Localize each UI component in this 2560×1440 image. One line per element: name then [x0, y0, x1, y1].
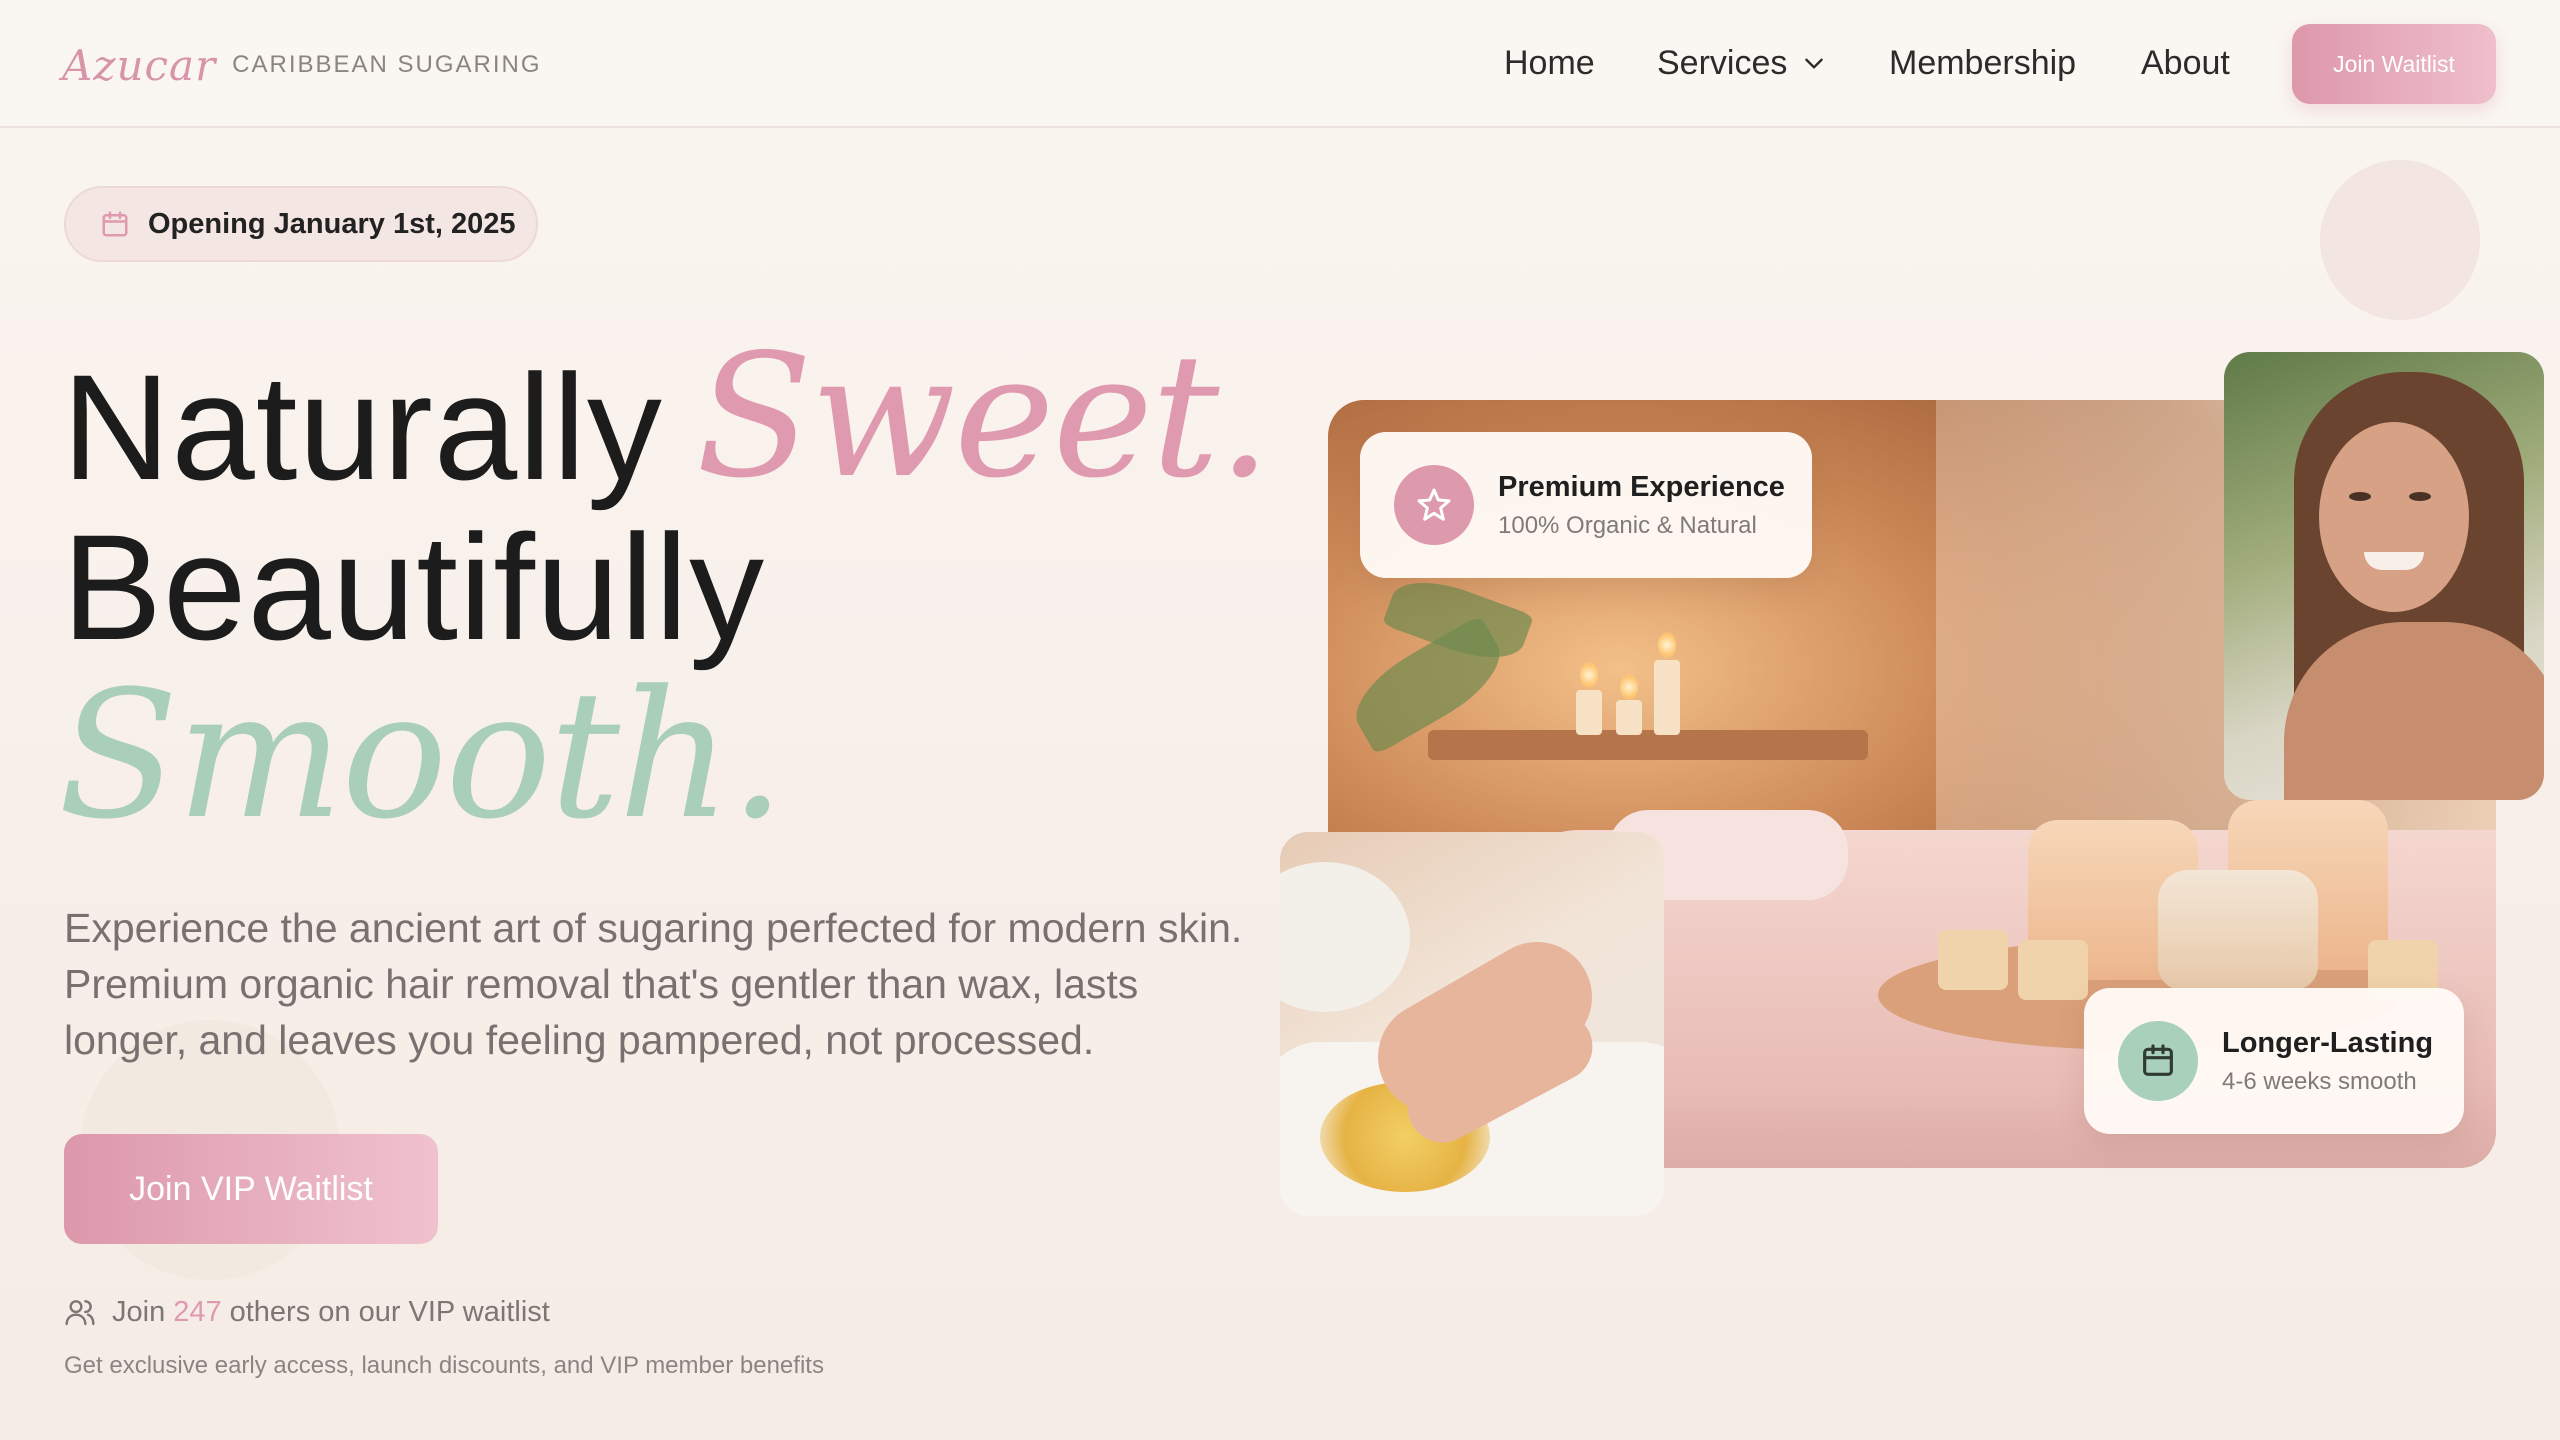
headline-sweet: Sweet. — [696, 318, 1272, 516]
smiling-woman-image — [2224, 352, 2544, 800]
chevron-down-icon — [1805, 58, 1824, 69]
nav-membership[interactable]: Membership — [1889, 38, 2076, 88]
vip-benefits-note: Get exclusive early access, launch disco… — [64, 1352, 824, 1379]
headline-beautifully: Beautifully — [62, 503, 766, 671]
star-icon-badge — [1394, 465, 1474, 545]
opening-badge: Opening January 1st, 2025 — [64, 186, 538, 262]
waitlist-count-text: Join 247 others on our VIP waitlist — [64, 1292, 550, 1332]
waitlist-prefix: Join — [112, 1295, 166, 1328]
users-icon — [65, 1300, 95, 1326]
star-icon — [1417, 488, 1451, 521]
calendar-icon — [102, 211, 128, 237]
site-header: Azucar CARIBBEAN SUGARING Home Services … — [0, 0, 2560, 128]
hero-description: Experience the ancient art of sugaring p… — [64, 905, 1243, 1063]
card-title: Premium Experience — [1498, 470, 1785, 503]
premium-experience-card: Premium Experience 100% Organic & Natura… — [1360, 432, 1812, 578]
nav-services-label: Services — [1657, 43, 1788, 82]
logo-wordmark: Azucar — [62, 40, 217, 90]
nav-about[interactable]: About — [2141, 38, 2230, 88]
longer-lasting-card: Longer-Lasting 4-6 weeks smooth — [2084, 988, 2464, 1134]
nav-services[interactable]: Services — [1657, 38, 1827, 88]
nav-home-label: Home — [1504, 43, 1595, 82]
join-vip-waitlist-button[interactable]: Join VIP Waitlist — [64, 1134, 438, 1244]
headline-smooth: Smooth. — [58, 653, 785, 858]
card-subtitle: 100% Organic & Natural — [1498, 511, 1757, 539]
headline-naturally: Naturally — [62, 343, 663, 511]
nav-home[interactable]: Home — [1504, 38, 1595, 88]
join-waitlist-button[interactable]: Join Waitlist — [2292, 24, 2496, 104]
logo[interactable]: Azucar CARIBBEAN SUGARING — [62, 30, 542, 100]
nav-about-label: About — [2141, 43, 2230, 82]
nav-membership-label: Membership — [1889, 43, 2077, 82]
calendar-icon — [2143, 1044, 2173, 1076]
card-subtitle: 4-6 weeks smooth — [2222, 1067, 2417, 1095]
decorative-circle — [2320, 160, 2480, 320]
logo-tagline: CARIBBEAN SUGARING — [232, 51, 542, 78]
waitlist-count: 247 — [173, 1295, 222, 1328]
calendar-icon-badge — [2118, 1021, 2198, 1101]
opening-date-text: Opening January 1st, 2025 — [148, 207, 516, 240]
waitlist-suffix: others on our VIP waitlist — [229, 1295, 550, 1328]
sugaring-hands-image — [1280, 832, 1664, 1216]
card-title: Longer-Lasting — [2222, 1026, 2434, 1059]
